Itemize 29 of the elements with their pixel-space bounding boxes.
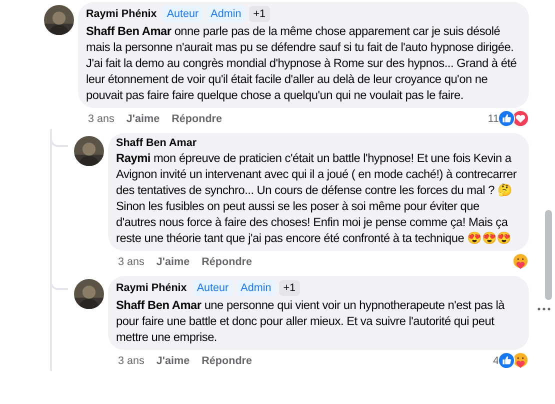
role-badge: Auteur <box>192 280 233 296</box>
reply-button[interactable]: Répondre <box>202 354 252 366</box>
like-button[interactable]: J'aime <box>156 256 190 268</box>
comment-time[interactable]: 3 ans <box>88 112 114 124</box>
comment-text: J'ai fait la demo au congrès mondial d'hypnose à Rome sur des hypnos... Grand à été leur étonnement de voir qu'il était facile d'aller au delà de leur croyance qu'on ne pouvait pas faire faire quelque chose a quelqu'un qui ne voulait pas le faire. <box>86 55 518 103</box>
author-name[interactable]: Raymi Phénix <box>86 8 157 20</box>
role-badge: Admin <box>236 280 276 296</box>
author-name[interactable]: Raymi Phénix <box>116 282 187 294</box>
like-button[interactable]: J'aime <box>156 354 190 366</box>
like-button[interactable]: J'aime <box>126 112 160 124</box>
extra-badge-count[interactable]: +1 <box>279 280 300 296</box>
author-name[interactable]: Shaff Ben Amar <box>116 137 197 149</box>
reaction-count[interactable]: 4 <box>492 354 499 366</box>
avatar[interactable] <box>44 5 74 35</box>
comment-text: Shaff Ben Amar onne parle pas de la même chose apparement car je suis désolé mais la personne n'aurait mas pu se défendre sauf si tu fait de l'auto hypnose dirigée. <box>86 23 515 55</box>
more-options-icon[interactable] <box>537 306 551 310</box>
comment-text: Raymi mon épreuve de praticien c'était un battle l'hypnose! Et une fois Kevin a Avignon invité un intervenant avec qui il a joué ( en mode caché!) à contrecarrer des tentatives de synchro... Un cours de défense contre les forces du mal ? 🤔 Sinon les fusibles on peut aussi se les poser à soi même pour éviter que d'autres nous force à faire des choses! Enfin moi je pense comme ça! Mais ça reste une théorie tant que j'ai pas encore été confronté à ta technique 😍😍😍 <box>116 150 518 246</box>
comment-text: Shaff Ben Amar une personne qui vient voir un hypnotherapeute n'est pas là pour faire une battle et donc pour aller mieux. Et va suivre l'autorité qui peut mettre une emprise. <box>116 297 506 345</box>
avatar[interactable] <box>74 279 104 309</box>
comment-time[interactable]: 3 ans <box>118 256 144 268</box>
scrollbar-thumb[interactable] <box>545 210 552 300</box>
role-badge: Admin <box>206 6 246 22</box>
reaction-count[interactable]: 11 <box>488 112 499 124</box>
avatar[interactable] <box>74 136 104 166</box>
comment-time[interactable]: 3 ans <box>118 354 144 366</box>
extra-badge-count[interactable]: +1 <box>249 6 270 22</box>
reply-button[interactable]: Répondre <box>172 112 222 124</box>
role-badge: Auteur <box>162 6 203 22</box>
reply-button[interactable]: Répondre <box>202 256 252 268</box>
